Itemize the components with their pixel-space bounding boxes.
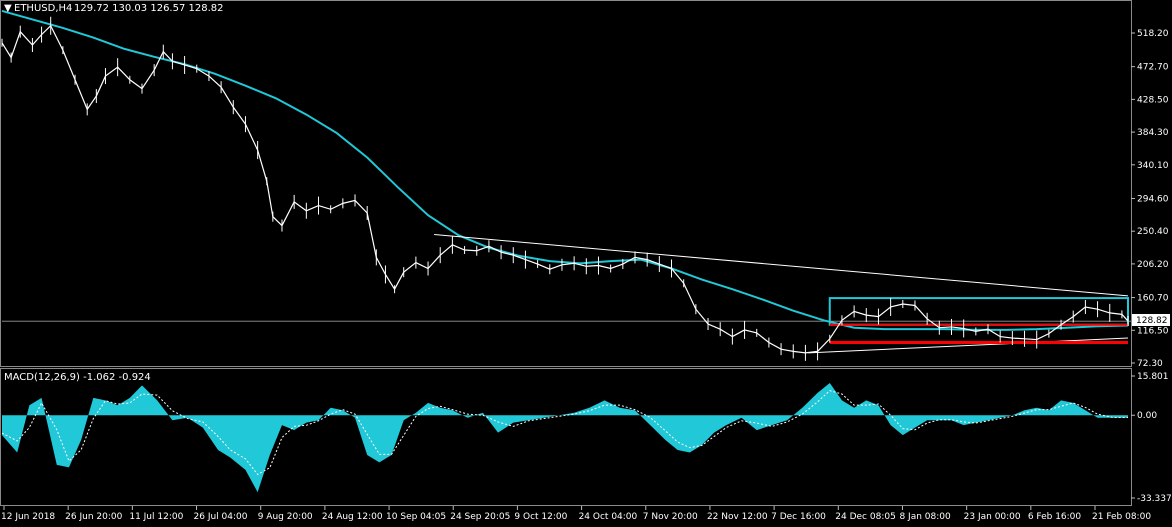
price-axis-label: 294.60 bbox=[1137, 194, 1169, 204]
time-axis-label: 12 Jun 2018 bbox=[1, 512, 55, 522]
price-axis-label: 428.50 bbox=[1137, 95, 1169, 105]
symbol-label: ETHUSD,H4 bbox=[14, 3, 72, 14]
macd-axis-label: -33.337 bbox=[1137, 494, 1172, 504]
price-axis-label: 72.30 bbox=[1137, 359, 1163, 369]
time-axis-label: 9 Oct 12:00 bbox=[514, 512, 567, 522]
price-axis-label: 384.30 bbox=[1137, 128, 1169, 138]
price-axis-label: 206.20 bbox=[1137, 260, 1169, 270]
macd-axis-label: 0.00 bbox=[1137, 411, 1157, 421]
price-axis-label: 518.20 bbox=[1137, 29, 1169, 39]
time-axis-label: 9 Aug 20:00 bbox=[258, 512, 313, 522]
time-axis-label: 24 Sep 20:05 bbox=[450, 512, 510, 522]
macd-label: MACD(12,26,9) -1.062 -0.924 bbox=[4, 372, 151, 383]
macd-axis-label: 15.801 bbox=[1137, 372, 1169, 382]
price-axis-label: 160.70 bbox=[1137, 294, 1169, 304]
time-axis-label: 22 Nov 12:00 bbox=[707, 512, 768, 522]
time-axis-label: 26 Jul 04:00 bbox=[194, 512, 248, 522]
price-axis-label: 340.10 bbox=[1137, 161, 1169, 171]
time-axis-label: 21 Feb 08:00 bbox=[1092, 512, 1151, 522]
time-axis-label: 10 Sep 04:05 bbox=[386, 512, 446, 522]
price-axis-label: 116.50 bbox=[1137, 326, 1169, 336]
time-axis-label: 24 Aug 12:00 bbox=[322, 512, 383, 522]
time-axis-label: 11 Jul 12:00 bbox=[129, 512, 183, 522]
ohlc-values: 129.72 130.03 126.57 128.82 bbox=[74, 3, 224, 14]
time-axis-label: 7 Dec 16:00 bbox=[771, 512, 826, 522]
trading-chart[interactable]: 518.20 472.70 428.50 384.30 340.10 294.60 250.… bbox=[0, 0, 1172, 527]
time-axis-label: 8 Jan 08:00 bbox=[899, 512, 951, 522]
price-axis-label: 472.70 bbox=[1137, 63, 1169, 73]
time-axis-label: 24 Oct 04:00 bbox=[579, 512, 638, 522]
symbol-dropdown-icon[interactable]: ▼ bbox=[4, 3, 12, 14]
time-axis-label: 24 Dec 08:05 bbox=[835, 512, 896, 522]
time-axis-label: 23 Jan 00:00 bbox=[964, 512, 1021, 522]
time-axis-label: 6 Feb 16:00 bbox=[1028, 512, 1082, 522]
time-axis-label: 26 Jun 20:00 bbox=[65, 512, 122, 522]
price-axis-label: 250.40 bbox=[1137, 227, 1169, 237]
time-axis-label: 7 Nov 20:00 bbox=[643, 512, 698, 522]
current-price-label: 128.82 bbox=[1136, 316, 1168, 326]
